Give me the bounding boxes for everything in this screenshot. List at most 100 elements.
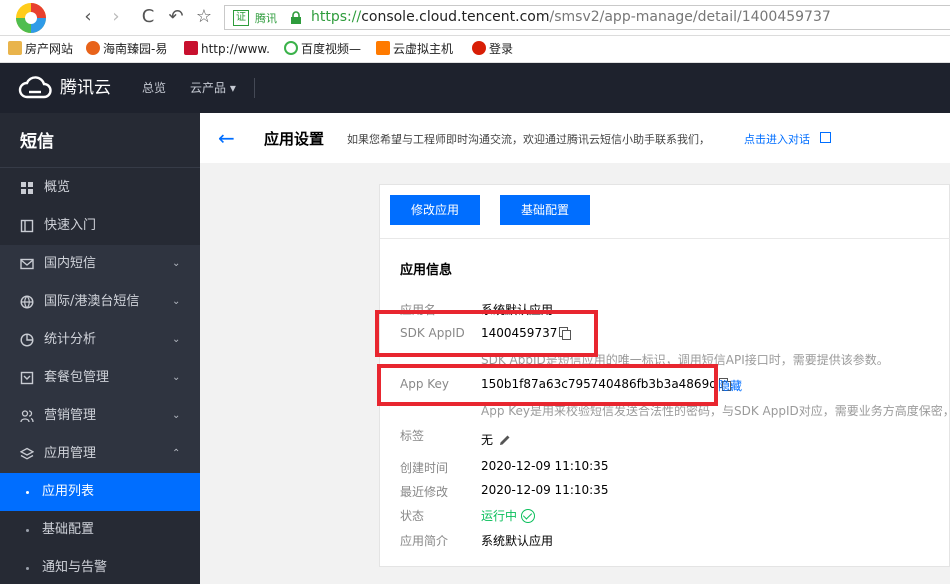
bookmark-star-button[interactable]: ☆	[194, 7, 214, 27]
page-title: 应用设置	[264, 130, 325, 148]
bullet-icon	[26, 529, 29, 532]
folder-icon	[8, 41, 22, 55]
sidebar-item-overview[interactable]: 概览	[0, 169, 200, 207]
section-title: 应用信息	[400, 263, 453, 278]
address-bar[interactable]: 证 腾讯 https://console.cloud.tencent.com/s…	[224, 5, 950, 30]
nav-products-dropdown[interactable]: 云产品 ▾	[190, 79, 236, 96]
sdk-appid-field: 1400459737	[481, 326, 572, 340]
basic-config-button[interactable]: 基础配置	[500, 195, 590, 225]
sidebar-item-label: 基础配置	[42, 522, 95, 537]
url-host: console.cloud.tencent.com	[361, 9, 550, 25]
chevron-down-icon: ⌄	[172, 334, 181, 345]
brand-logo[interactable]: 腾讯云	[18, 75, 111, 101]
refresh-button[interactable]: C	[138, 7, 158, 27]
sidebar-item-package-management[interactable]: 套餐包管理 ⌄	[0, 359, 200, 397]
book-icon	[20, 219, 34, 233]
pencil-icon[interactable]	[499, 434, 511, 446]
bookmark-label: 百度视频—	[301, 42, 362, 56]
app-intro-label: 应用简介	[400, 534, 449, 548]
bullet-icon	[26, 491, 29, 494]
users-icon	[20, 410, 34, 423]
bookmark-label: http://www.	[201, 42, 270, 56]
bookmark-item[interactable]: 登录	[472, 41, 513, 58]
copy-icon[interactable]	[559, 327, 572, 340]
site-favicon-icon	[184, 41, 198, 55]
external-link-icon[interactable]	[820, 132, 831, 143]
card-divider	[380, 238, 950, 239]
sdk-appid-description: SDK AppID是短信应用的唯一标识，调用短信API接口时，需要提供该参数。	[481, 353, 889, 367]
mail-icon	[20, 258, 34, 270]
globe-icon	[20, 295, 34, 309]
browser-toolbar: ‹ › C ↶ ☆ 证 腾讯 https://console.cloud.ten…	[0, 0, 950, 36]
app-detail-card: 修改应用 基础配置 应用信息 应用名 系统默认应用 SDK AppID 1400…	[379, 184, 950, 567]
bookmark-label: 云虚拟主机	[393, 42, 454, 56]
appkey-value: 150b1f87a63c795740486fb3b3a4869d	[481, 377, 717, 391]
site-favicon-icon	[376, 41, 390, 55]
sidebar-item-app-management[interactable]: 应用管理 ⌃	[0, 435, 200, 473]
bullet-icon	[26, 567, 29, 570]
lock-icon	[291, 11, 301, 24]
appkey-field: 150b1f87a63c795740486fb3b3a4869d	[481, 377, 731, 391]
forward-button[interactable]: ›	[106, 7, 126, 27]
back-arrow-icon[interactable]: ←	[218, 126, 235, 150]
sidebar-item-quickstart[interactable]: 快速入门	[0, 207, 200, 245]
chevron-up-icon: ⌃	[172, 448, 181, 459]
url-text[interactable]: https://console.cloud.tencent.com/smsv2/…	[311, 9, 831, 25]
sidebar-item-label: 应用列表	[42, 484, 95, 499]
chevron-down-icon: ⌄	[172, 410, 181, 421]
bookmark-label: 海南臻园-易	[103, 42, 168, 56]
site-favicon-icon	[86, 41, 100, 55]
sidebar-title: 短信	[20, 132, 54, 152]
sidebar-item-basic-config[interactable]: 基础配置	[0, 511, 200, 549]
sidebar-item-app-list[interactable]: 应用列表	[0, 473, 200, 511]
created-time-label: 创建时间	[400, 461, 449, 475]
sidebar-item-marketing[interactable]: 营销管理 ⌄	[0, 397, 200, 435]
sdk-appid-label: SDK AppID	[400, 326, 465, 340]
sidebar-item-label: 套餐包管理	[44, 370, 110, 385]
bookmark-item[interactable]: 云虚拟主机	[376, 41, 453, 58]
modified-time-value: 2020-12-09 11:10:35	[481, 483, 609, 497]
hide-appkey-link[interactable]: 隐藏	[718, 377, 742, 394]
check-circle-icon	[521, 509, 536, 523]
sidebar-item-international-sms[interactable]: 国际/港澳台短信 ⌄	[0, 283, 200, 321]
bookmark-item[interactable]: http://www.	[184, 41, 270, 58]
appkey-description: App Key是用来校验短信发送合法性的密码，与SDK AppID对应，需要业务…	[481, 404, 950, 418]
bookmark-item[interactable]: 海南臻园-易	[86, 41, 167, 58]
status-field: 运行中	[481, 507, 536, 524]
sidebar-item-label: 营销管理	[44, 408, 97, 423]
url-path: /smsv2/app-manage/detail/1400459737	[549, 9, 831, 25]
back-button[interactable]: ‹	[78, 7, 98, 27]
tag-value: 无	[481, 433, 494, 447]
status-label: 状态	[400, 509, 425, 523]
sidebar-item-notifications[interactable]: 通知与告警	[0, 549, 200, 584]
nav-overview[interactable]: 总览	[142, 79, 166, 96]
sidebar-item-label: 国内短信	[44, 256, 97, 271]
sidebar-item-statistics[interactable]: 统计分析 ⌄	[0, 321, 200, 359]
pie-chart-icon	[20, 333, 34, 347]
bookmark-item[interactable]: 房产网站	[8, 41, 73, 58]
chat-link[interactable]: 点击进入对话	[744, 131, 810, 147]
edit-app-button[interactable]: 修改应用	[390, 195, 480, 225]
app-name-value: 系统默认应用	[481, 303, 554, 317]
sidebar-item-label: 概览	[44, 180, 71, 195]
sidebar: 短信 概览 快速入门 国内短信 ⌄ 国际/港澳台短信 ⌄ 统计分析 ⌄ 套餐包管…	[0, 113, 200, 584]
page-hint: 如果您希望与工程师即时沟通交流，欢迎通过腾讯云短信小助手联系我们，	[347, 133, 710, 146]
bookmark-item[interactable]: 百度视频—	[284, 41, 361, 58]
chevron-down-icon: ⌄	[172, 296, 181, 307]
sidebar-item-domestic-sms[interactable]: 国内短信 ⌄	[0, 245, 200, 283]
modified-time-label: 最近修改	[400, 485, 449, 499]
sidebar-item-label: 统计分析	[44, 332, 97, 347]
appkey-label: App Key	[400, 377, 450, 391]
url-scheme: https://	[311, 9, 362, 25]
undo-close-tab-button[interactable]: ↶	[166, 7, 186, 27]
cloud-logo-icon	[18, 76, 52, 99]
sidebar-item-label: 国际/港澳台短信	[44, 294, 140, 309]
bookmarks-bar: 房产网站 海南臻园-易 http://www. 百度视频— 云虚拟主机 登录	[0, 36, 950, 63]
certificate-owner: 腾讯	[255, 12, 277, 25]
certificate-icon[interactable]: 证	[233, 10, 249, 26]
sidebar-item-label: 应用管理	[44, 446, 97, 461]
sidebar-divider	[0, 167, 200, 168]
layers-icon	[20, 447, 34, 460]
app-name-label: 应用名	[400, 303, 437, 317]
package-icon	[20, 371, 34, 385]
